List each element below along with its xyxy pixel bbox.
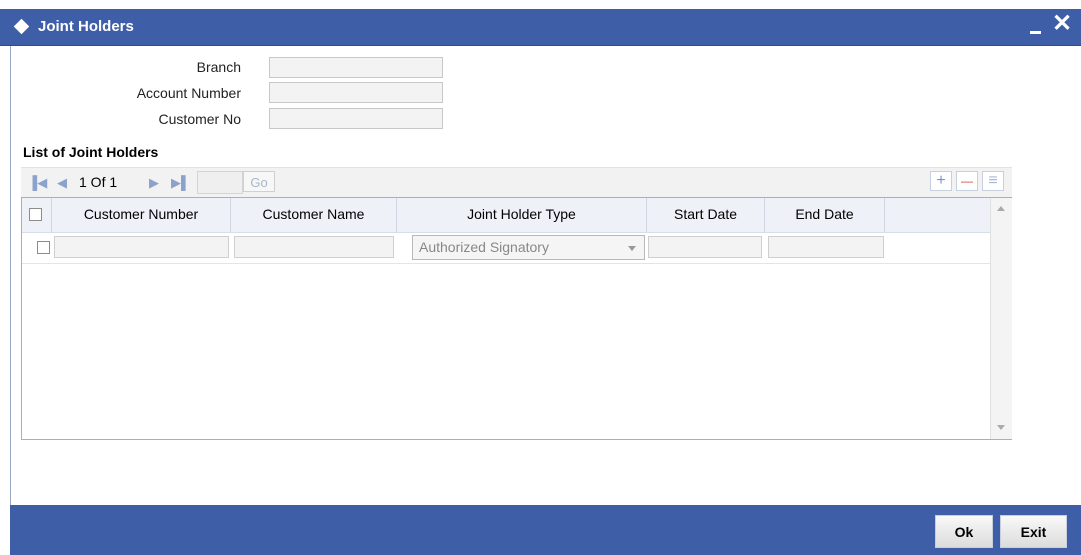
customer-number-input[interactable] (54, 236, 229, 258)
header-start-date: Start Date (647, 198, 765, 232)
scroll-down-icon[interactable] (997, 425, 1005, 430)
branch-field[interactable] (269, 57, 443, 78)
minimize-icon[interactable] (1024, 15, 1048, 39)
header-joint-holder-type: Joint Holder Type (397, 198, 647, 232)
end-date-input[interactable] (768, 236, 884, 258)
chevron-down-icon (628, 246, 636, 251)
window-diamond-icon (13, 18, 30, 35)
grid-navigation-bar: ▐◀ ◀ 1 Of 1 ▶ ▶▌ Go + — ≡ (21, 167, 1012, 198)
account-number-field[interactable] (269, 82, 443, 103)
window-title: Joint Holders (38, 18, 134, 35)
table-row: Authorized Signatory (22, 232, 990, 264)
ok-button[interactable]: Ok (935, 515, 993, 548)
view-details-icon[interactable]: ≡ (982, 171, 1004, 191)
customer-no-field[interactable] (269, 108, 443, 129)
footer-bar: Ok Exit (10, 505, 1081, 555)
start-date-input[interactable] (648, 236, 762, 258)
joint-holders-grid: Customer Number Customer Name Joint Hold… (21, 197, 1012, 440)
close-icon[interactable]: ✕ (1050, 12, 1074, 37)
add-row-icon[interactable]: + (930, 171, 952, 191)
goto-page-input[interactable] (197, 171, 243, 194)
joint-holder-type-select[interactable]: Authorized Signatory (412, 235, 645, 260)
header-customer-number: Customer Number (52, 198, 231, 232)
vertical-scrollbar[interactable] (990, 198, 1012, 439)
delete-row-icon[interactable]: — (956, 171, 978, 191)
last-page-icon[interactable]: ▶▌ (171, 175, 190, 191)
header-customer-name: Customer Name (231, 198, 397, 232)
title-bar: Joint Holders ✕ (0, 9, 1081, 46)
joint-holder-type-value: Authorized Signatory (419, 239, 549, 255)
customer-no-label: Customer No (158, 111, 241, 127)
page-indicator: 1 Of 1 (79, 174, 118, 190)
customer-name-input[interactable] (234, 236, 394, 258)
scroll-up-icon[interactable] (997, 206, 1005, 211)
go-button[interactable]: Go (243, 171, 275, 192)
grid-header: Customer Number Customer Name Joint Hold… (22, 198, 990, 233)
previous-page-icon[interactable]: ◀ (57, 175, 67, 191)
branch-label: Branch (196, 59, 241, 75)
header-end-date: End Date (765, 198, 885, 232)
select-all-checkbox[interactable] (29, 208, 42, 221)
exit-button[interactable]: Exit (1000, 515, 1067, 548)
first-page-icon[interactable]: ▐◀ (28, 175, 47, 191)
account-number-label: Account Number (136, 85, 241, 101)
select-all-cell (22, 198, 52, 232)
section-title: List of Joint Holders (23, 144, 159, 160)
row-select-checkbox[interactable] (37, 241, 50, 254)
next-page-icon[interactable]: ▶ (149, 175, 159, 191)
